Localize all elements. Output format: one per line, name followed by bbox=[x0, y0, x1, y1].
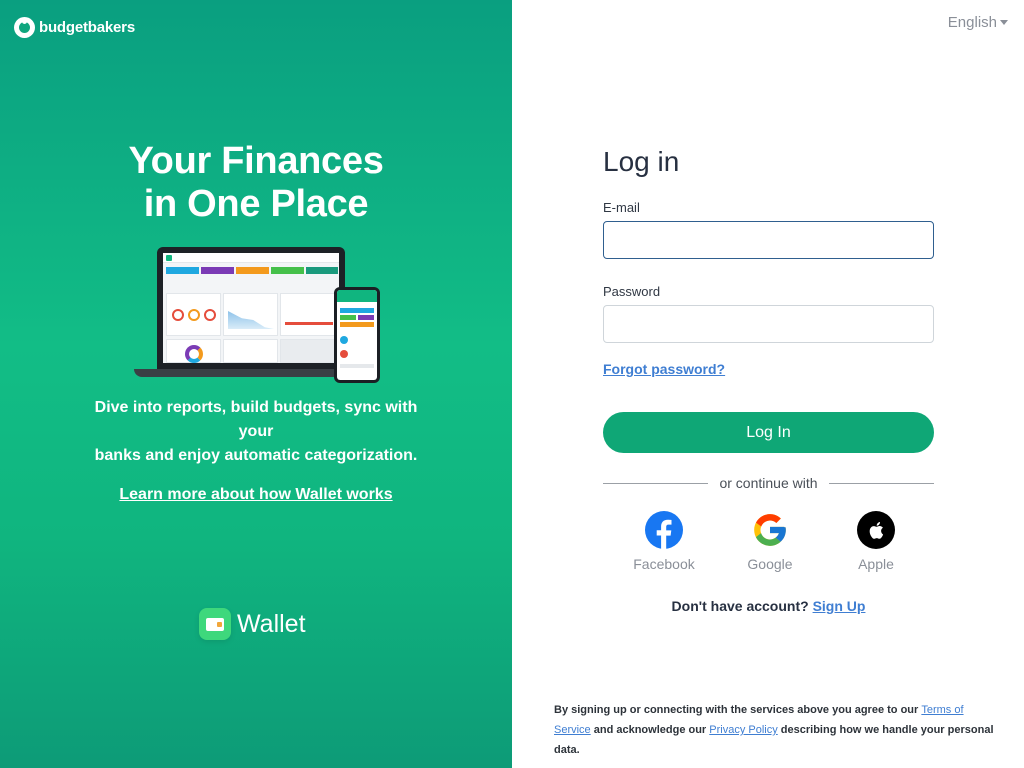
legal-text-1: By signing up or connecting with the ser… bbox=[554, 704, 922, 716]
email-field[interactable] bbox=[603, 221, 934, 259]
hero-subtitle-line-3: banks and enjoy automatic categorization… bbox=[94, 447, 418, 464]
hero-title-line-2: in One Place bbox=[143, 183, 369, 225]
login-button[interactable]: Log In bbox=[603, 412, 934, 453]
divider: or continue with bbox=[603, 473, 934, 493]
wallet-name: Wallet bbox=[237, 609, 306, 638]
budgetbakers-logo[interactable]: budgetbakers bbox=[14, 17, 135, 38]
social-login-options: Facebook Google Apple bbox=[603, 511, 934, 572]
signup-link[interactable]: Sign Up bbox=[813, 598, 866, 614]
language-selector[interactable]: English bbox=[948, 14, 1008, 31]
facebook-login-button[interactable]: Facebook bbox=[629, 511, 699, 572]
wallet-logo: Wallet bbox=[199, 608, 306, 640]
devices-illustration bbox=[134, 247, 380, 385]
legal-text-2: and acknowledge our bbox=[590, 724, 710, 736]
learn-more-link[interactable]: Learn more about how Wallet works bbox=[0, 486, 512, 504]
laptop-screen bbox=[157, 247, 345, 369]
login-title: Log in bbox=[603, 146, 680, 177]
forgot-password-link[interactable]: Forgot password? bbox=[603, 361, 725, 377]
chevron-down-icon bbox=[1000, 20, 1008, 25]
promo-panel: budgetbakers Your Finances in One Place bbox=[0, 0, 512, 768]
facebook-label: Facebook bbox=[633, 556, 695, 572]
facebook-icon bbox=[645, 511, 683, 549]
apple-login-button[interactable]: Apple bbox=[841, 511, 911, 572]
google-icon bbox=[751, 511, 789, 549]
password-label: Password bbox=[603, 284, 661, 299]
signup-text: Don't have account? bbox=[671, 598, 809, 614]
password-field[interactable] bbox=[603, 305, 934, 343]
google-label: Google bbox=[747, 556, 793, 572]
apple-icon bbox=[857, 511, 895, 549]
brand-name: budgetbakers bbox=[39, 19, 135, 36]
divider-text: or continue with bbox=[719, 475, 818, 491]
laptop-base bbox=[134, 369, 368, 377]
signup-prompt: Don't have account? Sign Up bbox=[603, 598, 934, 614]
login-form: Log in E-mail Password Forgot password? … bbox=[603, 146, 934, 614]
hero-title-line-1: Your Finances bbox=[128, 140, 384, 182]
google-login-button[interactable]: Google bbox=[735, 511, 805, 572]
hero-subtitle-line-2: your bbox=[238, 423, 274, 440]
budgetbakers-logo-icon bbox=[14, 17, 35, 38]
hero-subtitle: Dive into reports, build budgets, sync w… bbox=[90, 396, 422, 468]
language-label: English bbox=[947, 14, 997, 31]
hero-subtitle-line-1: Dive into reports, build budgets, sync w… bbox=[94, 399, 418, 416]
phone-mockup bbox=[334, 287, 380, 383]
legal-notice: By signing up or connecting with the ser… bbox=[554, 700, 994, 760]
email-label: E-mail bbox=[603, 200, 640, 215]
apple-label: Apple bbox=[858, 556, 894, 572]
privacy-policy-link[interactable]: Privacy Policy bbox=[709, 724, 777, 736]
wallet-icon bbox=[199, 608, 231, 640]
hero-title: Your Finances in One Place bbox=[0, 140, 512, 226]
